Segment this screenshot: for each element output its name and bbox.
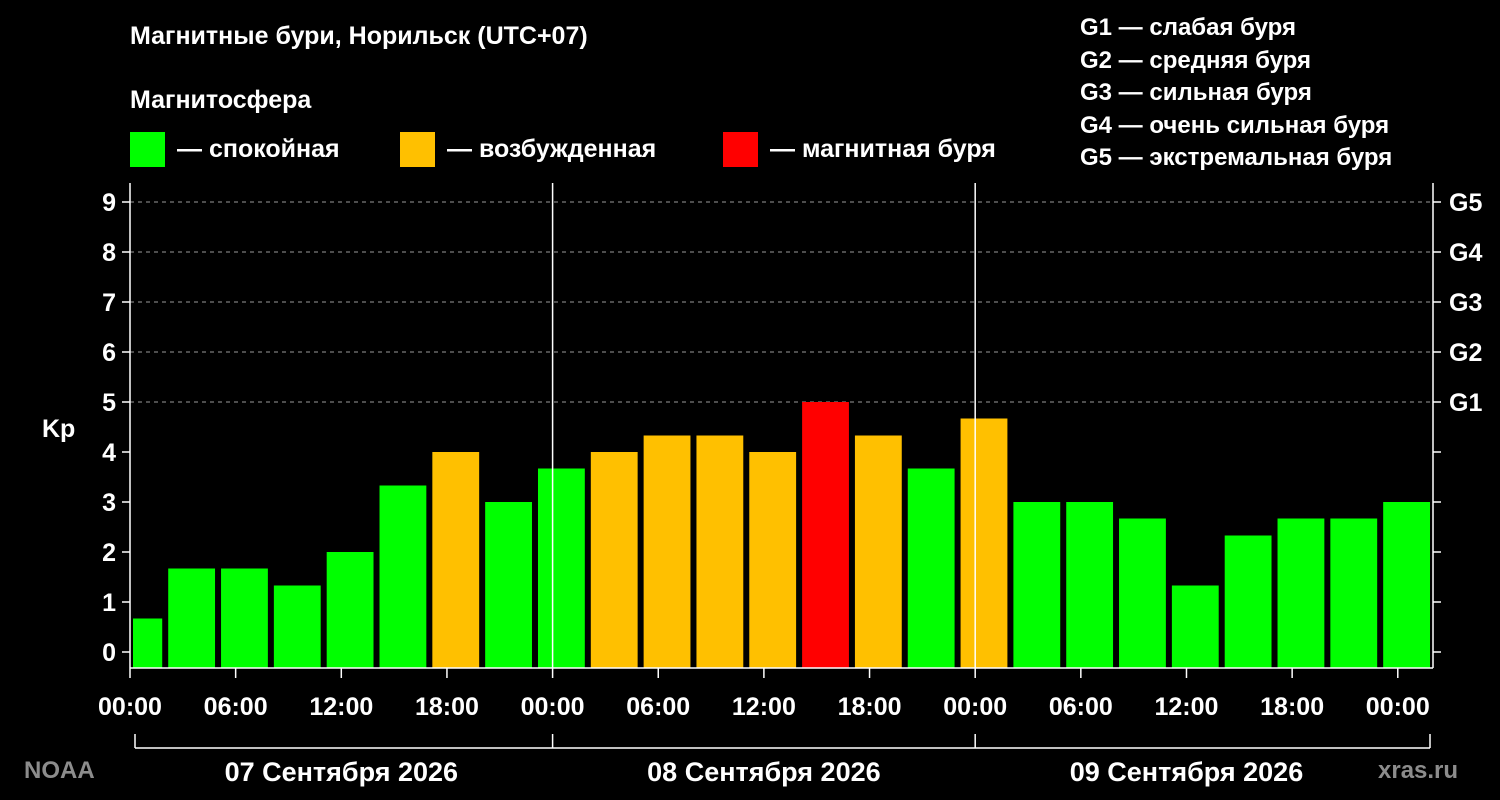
kp-bar: [1277, 518, 1325, 668]
day-label: 08 Сентября 2026: [647, 757, 880, 787]
kp-bar: [802, 402, 849, 668]
kp-bar: [1330, 518, 1378, 668]
kp-bar: [432, 452, 480, 668]
y-tick-label: 2: [102, 539, 116, 567]
day-label: 07 Сентября 2026: [225, 757, 458, 787]
x-tick-label: 00:00: [521, 693, 585, 721]
source-xras: xras.ru: [1378, 757, 1459, 784]
kp-bar: [1383, 502, 1430, 668]
kp-bar: [590, 452, 638, 668]
y-tick-label: 0: [102, 639, 116, 667]
kp-bar: [749, 452, 797, 668]
y-tick-label: 8: [102, 239, 116, 267]
kp-bar: [1013, 502, 1061, 668]
kp-bar: [643, 435, 691, 668]
x-tick-label: 18:00: [415, 693, 479, 721]
x-tick-label: 06:00: [204, 693, 268, 721]
day-label: 09 Сентября 2026: [1070, 757, 1303, 787]
source-noaa: NOAA: [24, 757, 95, 784]
x-tick-label: 00:00: [943, 693, 1007, 721]
g-axis-label: G4: [1449, 239, 1482, 267]
kp-bar: [537, 468, 585, 668]
x-tick-label: 12:00: [309, 693, 373, 721]
kp-bar: [1224, 535, 1272, 668]
kp-bar: [133, 618, 163, 668]
kp-bar: [379, 485, 427, 668]
x-tick-label: 06:00: [626, 693, 690, 721]
g-axis-label: G1: [1449, 389, 1482, 417]
y-tick-label: 6: [102, 339, 116, 367]
g-axis-label: G2: [1449, 339, 1482, 367]
x-tick-label: 06:00: [1049, 693, 1113, 721]
kp-bar: [907, 468, 955, 668]
kp-bar: [485, 502, 532, 668]
x-tick-label: 18:00: [1260, 693, 1324, 721]
kp-bar: [1171, 585, 1219, 668]
x-tick-label: 12:00: [1155, 693, 1219, 721]
y-tick-label: 7: [102, 289, 116, 317]
y-tick-label: 4: [102, 439, 116, 467]
y-tick-label: 5: [102, 389, 116, 417]
kp-bar: [854, 435, 902, 668]
g-axis-label: G5: [1449, 189, 1482, 217]
kp-bar: [326, 552, 374, 668]
kp-bar: [273, 585, 321, 668]
x-tick-label: 18:00: [838, 693, 902, 721]
kp-bar: [221, 568, 268, 668]
y-tick-label: 3: [102, 489, 116, 517]
kp-bar: [1119, 518, 1166, 668]
y-tick-label: 1: [102, 589, 116, 617]
kp-bar: [1066, 502, 1114, 668]
x-tick-label: 00:00: [1366, 693, 1430, 721]
x-tick-label: 12:00: [732, 693, 796, 721]
y-tick-label: 9: [102, 189, 116, 217]
x-tick-label: 00:00: [98, 693, 162, 721]
g-axis-label: G3: [1449, 289, 1482, 317]
kp-bar: [168, 568, 216, 668]
kp-bar: [696, 435, 744, 668]
kp-chart: 0 1 2 3 4 5 6 7 8 9 G1 G2 G3 G4 G5 Kp 00:00 06:00 12:00 18:…: [42, 183, 1482, 787]
y-axis-title: Kp: [42, 415, 75, 443]
kp-bar: [960, 418, 1008, 668]
